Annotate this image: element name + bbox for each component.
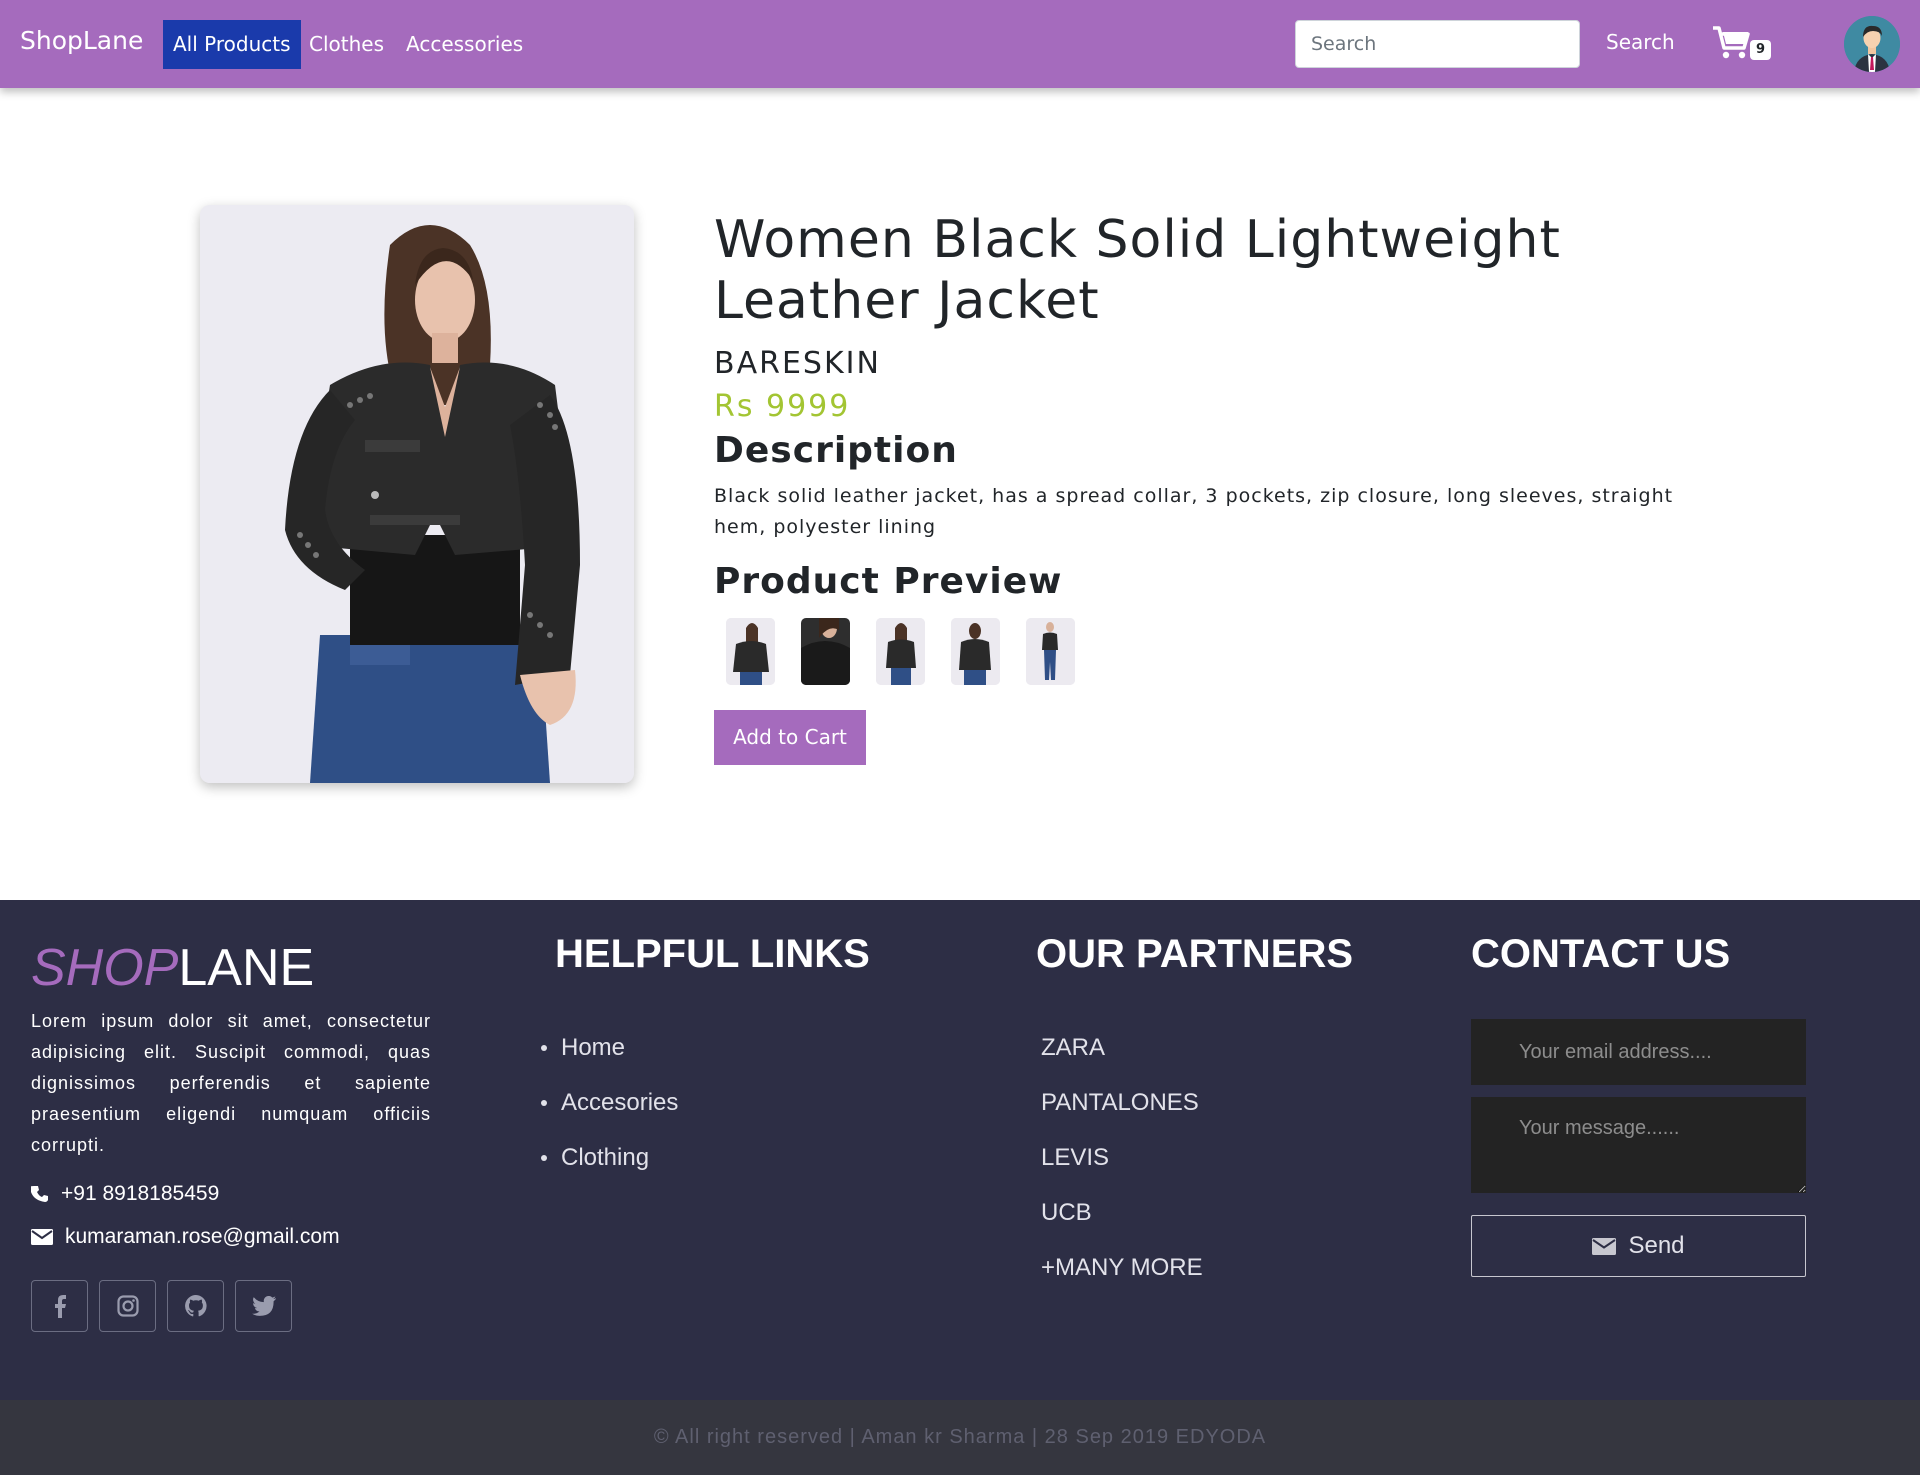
user-avatar[interactable]: [1844, 16, 1900, 72]
contact-message-input[interactable]: [1471, 1097, 1806, 1193]
facebook-icon: [54, 1295, 66, 1318]
footer-email: kumaraman.rose@gmail.com: [31, 1225, 340, 1249]
envelope-icon: [1592, 1237, 1617, 1255]
footer-about-text: Lorem ipsum dolor sit amet, consectetur …: [31, 1011, 431, 1155]
product-main-image: [200, 205, 634, 783]
footer-link-home[interactable]: Home: [541, 1020, 678, 1075]
product-brand: BARESKIN: [714, 346, 881, 381]
search-button[interactable]: Search: [1606, 30, 1675, 54]
partner-item[interactable]: PANTALONES: [1041, 1075, 1203, 1130]
footer-phone: +91 8918185459: [31, 1182, 219, 1206]
send-button-label: Send: [1628, 1232, 1685, 1259]
navbar: ShopLane All Products Clothes Accessorie…: [0, 0, 1920, 88]
footer-phone-text: +91 8918185459: [61, 1182, 220, 1205]
contact-heading: CONTACT US: [1471, 932, 1731, 976]
avatar-icon: [1844, 16, 1900, 72]
description-text: Black solid leather jacket, has a spread…: [714, 485, 1674, 538]
partner-item[interactable]: ZARA: [1041, 1020, 1203, 1075]
github-icon: [184, 1295, 207, 1317]
footer-link-label: Clothing: [561, 1143, 650, 1171]
preview-heading: Product Preview: [714, 561, 1063, 602]
partners-heading: OUR PARTNERS: [1036, 932, 1354, 976]
cart-button[interactable]: 9: [1712, 24, 1778, 64]
helpful-links-heading: HELPFUL LINKS: [555, 932, 870, 976]
shopping-cart-icon: [1713, 26, 1750, 59]
bullet-icon: [541, 1154, 547, 1161]
footer-email-text[interactable]: kumaraman.rose@gmail.com: [65, 1225, 340, 1249]
preview-thumbnail-1[interactable]: [726, 618, 775, 685]
contact-email-input[interactable]: [1471, 1019, 1806, 1085]
helpful-links-list: Home Accesories Clothing: [541, 1020, 679, 1185]
twitter-icon: [251, 1296, 276, 1316]
footer-logo: SHOPLANE: [31, 938, 314, 998]
preview-thumbnail-5[interactable]: [1026, 618, 1075, 685]
envelope-icon: [31, 1229, 53, 1245]
bullet-icon: [541, 1099, 547, 1106]
twitter-button[interactable]: [235, 1280, 292, 1332]
phone-icon: [31, 1186, 48, 1202]
bullet-icon: [541, 1044, 547, 1051]
footer-link-label: Home: [561, 1033, 626, 1061]
partner-item[interactable]: UCB: [1041, 1185, 1203, 1240]
github-button[interactable]: [167, 1280, 224, 1332]
preview-thumbnail-2[interactable]: [801, 618, 850, 685]
search-input[interactable]: [1295, 20, 1580, 68]
footer: SHOPLANE Lorem ipsum dolor sit amet, con…: [0, 900, 1920, 1400]
social-links: [31, 1280, 292, 1332]
cart-count-badge: 9: [1750, 40, 1771, 60]
instagram-button[interactable]: [99, 1280, 156, 1332]
footer-logo-lane: LANE: [178, 939, 315, 997]
footer-link-clothing[interactable]: Clothing: [541, 1130, 678, 1185]
nav-clothes[interactable]: Clothes: [299, 20, 394, 69]
preview-thumbnail-3[interactable]: [876, 618, 925, 685]
partner-item[interactable]: LEVIS: [1041, 1130, 1203, 1185]
product-details: Women Black Solid Lightweight Leather Ja…: [714, 210, 1714, 765]
footer-link-accesories[interactable]: Accesories: [541, 1075, 679, 1130]
copyright-bar: © All right reserved | Aman kr Sharma | …: [0, 1400, 1920, 1475]
nav-all-products[interactable]: All Products: [163, 20, 301, 69]
nav-accessories[interactable]: Accessories: [396, 20, 533, 69]
preview-thumbnails: [714, 618, 1714, 685]
preview-thumbnail-4[interactable]: [951, 618, 1000, 685]
partner-item[interactable]: +MANY MORE: [1041, 1240, 1203, 1295]
brand-logo[interactable]: ShopLane: [20, 26, 143, 55]
facebook-button[interactable]: [31, 1280, 88, 1332]
send-button[interactable]: Send: [1471, 1215, 1806, 1277]
add-to-cart-button[interactable]: Add to Cart: [714, 710, 866, 765]
footer-link-label: Accesories: [561, 1088, 679, 1116]
product-title: Women Black Solid Lightweight Leather Ja…: [714, 210, 1561, 331]
footer-logo-shop: SHOP: [31, 939, 179, 997]
partners-list: ZARA PANTALONES LEVIS UCB +MANY MORE: [1041, 1020, 1203, 1295]
description-heading: Description: [714, 430, 958, 471]
instagram-icon: [116, 1295, 139, 1317]
jacket-photo: [200, 205, 634, 783]
product-price: Rs 9999: [714, 389, 851, 424]
